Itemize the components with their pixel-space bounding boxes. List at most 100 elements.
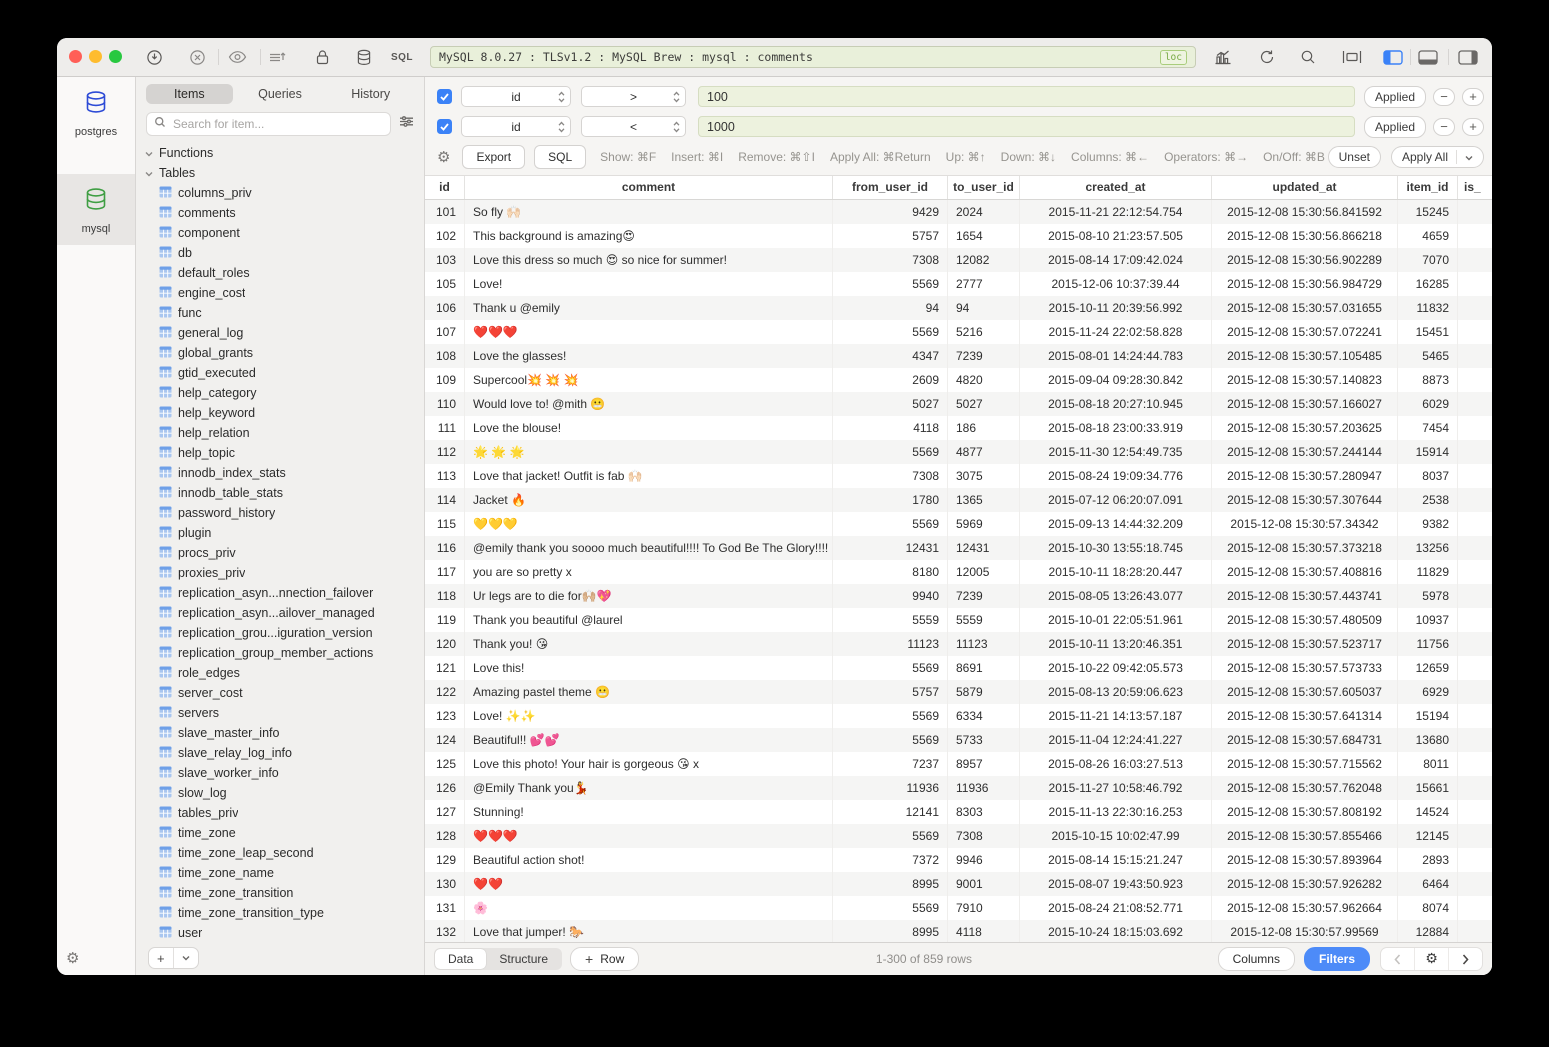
lock-icon[interactable] <box>308 44 336 70</box>
sql-button[interactable]: SQL <box>534 145 586 169</box>
table-row[interactable]: 110 Would love to! @mith 😬 5027 5027 201… <box>425 392 1492 416</box>
filter-operator-select[interactable]: < <box>581 116 686 137</box>
sidebar-table-item[interactable]: func <box>136 303 424 323</box>
table-row[interactable]: 115 💛💛💛 5569 5969 2015-09-13 14:44:32.20… <box>425 512 1492 536</box>
sql-icon[interactable]: SQL <box>388 44 416 70</box>
sidebar-table-item[interactable]: replication_group_member_actions <box>136 643 424 663</box>
table-row[interactable]: 102 This background is amazing😍 5757 165… <box>425 224 1492 248</box>
column-header[interactable]: from_user_id <box>833 176 948 199</box>
filter-applied-button[interactable]: Applied <box>1364 86 1426 108</box>
table-row[interactable]: 105 Love! 5569 2777 2015-12-06 10:37:39.… <box>425 272 1492 296</box>
tab-items[interactable]: Items <box>146 84 233 104</box>
filter-column-select[interactable]: id <box>461 86 571 107</box>
sidebar-table-item[interactable]: servers <box>136 703 424 723</box>
search-input[interactable] <box>171 116 383 132</box>
table-row[interactable]: 122 Amazing pastel theme 😬 5757 5879 201… <box>425 680 1492 704</box>
frame-icon[interactable] <box>1338 44 1366 70</box>
add-item-button[interactable]: + <box>148 947 199 969</box>
table-row[interactable]: 125 Love this photo! Your hair is gorgeo… <box>425 752 1492 776</box>
sidebar-table-item[interactable]: replication_asyn...ailover_managed <box>136 603 424 623</box>
tab-queries[interactable]: Queries <box>237 84 324 104</box>
table-row[interactable]: 126 @Emily Thank you💃 11936 11936 2015-1… <box>425 776 1492 800</box>
column-header[interactable]: updated_at <box>1212 176 1398 199</box>
sidebar-table-item[interactable]: default_roles <box>136 263 424 283</box>
connection-postgres[interactable]: postgres <box>57 77 135 148</box>
eye-icon[interactable] <box>223 44 251 70</box>
table-row[interactable]: 129 Beautiful action shot! 7372 9946 201… <box>425 848 1492 872</box>
export-button[interactable]: Export <box>462 145 525 169</box>
sidebar-table-item[interactable]: tables_priv <box>136 803 424 823</box>
structure-tab-button[interactable]: Structure <box>486 949 561 969</box>
sidebar-table-item[interactable]: slave_relay_log_info <box>136 743 424 763</box>
previous-page-button[interactable] <box>1381 948 1414 970</box>
sidebar-table-item[interactable]: slave_worker_info <box>136 763 424 783</box>
sidebar-table-item[interactable]: password_history <box>136 503 424 523</box>
sidebar-table-item[interactable]: time_zone_transition_type <box>136 903 424 923</box>
close-window-button[interactable] <box>69 50 82 63</box>
table-row[interactable]: 132 Love that jumper! 🐎 8995 4118 2015-1… <box>425 920 1492 942</box>
unset-button[interactable]: Unset <box>1328 146 1381 168</box>
minimize-window-button[interactable] <box>89 50 102 63</box>
sidebar-table-item[interactable]: plugin <box>136 523 424 543</box>
apply-all-button[interactable]: Apply All <box>1391 146 1484 168</box>
filters-button[interactable]: Filters <box>1304 947 1370 971</box>
filter-column-select[interactable]: id <box>461 116 571 137</box>
sidebar-table-item[interactable]: procs_priv <box>136 543 424 563</box>
filter-settings-gear-icon[interactable]: ⚙ <box>437 148 450 166</box>
connect-icon[interactable] <box>140 44 168 70</box>
page-settings-gear-icon[interactable]: ⚙ <box>1414 948 1448 970</box>
table-row[interactable]: 124 Beautiful!! 💕💕 5569 5733 2015-11-04 … <box>425 728 1492 752</box>
process-list-icon[interactable] <box>263 44 291 70</box>
sidebar-table-item[interactable]: component <box>136 223 424 243</box>
tab-history[interactable]: History <box>327 84 414 104</box>
filter-enabled-checkbox[interactable] <box>437 89 452 104</box>
column-header[interactable]: to_user_id <box>948 176 1020 199</box>
column-header[interactable]: created_at <box>1020 176 1212 199</box>
table-row[interactable]: 118 Ur legs are to die for🙌🏼💖 9940 7239 … <box>425 584 1492 608</box>
table-row[interactable]: 130 ❤️❤️ 8995 9001 2015-08-07 19:43:50.9… <box>425 872 1492 896</box>
toggle-left-panel-icon[interactable] <box>1379 44 1407 70</box>
table-row[interactable]: 114 Jacket 🔥 1780 1365 2015-07-12 06:20:… <box>425 488 1492 512</box>
sidebar-table-item[interactable]: user <box>136 923 424 941</box>
chevron-down-icon[interactable] <box>1465 150 1473 164</box>
data-tab-button[interactable]: Data <box>435 949 486 969</box>
sidebar-table-item[interactable]: global_grants <box>136 343 424 363</box>
refresh-icon[interactable] <box>1253 44 1281 70</box>
sidebar-table-item[interactable]: role_edges <box>136 663 424 683</box>
table-row[interactable]: 117 you are so pretty x 8180 12005 2015-… <box>425 560 1492 584</box>
columns-button[interactable]: Columns <box>1218 947 1295 971</box>
sidebar-table-item[interactable]: innodb_index_stats <box>136 463 424 483</box>
item-search-box[interactable] <box>146 112 391 136</box>
column-header[interactable]: is_ <box>1458 176 1492 199</box>
sidebar-table-item[interactable]: innodb_table_stats <box>136 483 424 503</box>
table-row[interactable]: 119 Thank you beautiful @laurel 5559 555… <box>425 608 1492 632</box>
add-filter-button[interactable]: + <box>1462 118 1484 136</box>
chart-icon[interactable] <box>1209 44 1237 70</box>
table-row[interactable]: 127 Stunning! 12141 8303 2015-11-13 22:3… <box>425 800 1492 824</box>
table-row[interactable]: 120 Thank you! 😘 11123 11123 2015-10-11 … <box>425 632 1492 656</box>
filter-applied-button[interactable]: Applied <box>1364 116 1426 138</box>
table-row[interactable]: 121 Love this! 5569 8691 2015-10-22 09:4… <box>425 656 1492 680</box>
filter-operator-select[interactable]: > <box>581 86 686 107</box>
tree-section-tables[interactable]: Tables <box>136 163 424 183</box>
tree-section-functions[interactable]: Functions <box>136 143 424 163</box>
zoom-window-button[interactable] <box>109 50 122 63</box>
table-row[interactable]: 123 Love! ✨✨ 5569 6334 2015-11-21 14:13:… <box>425 704 1492 728</box>
connection-mysql[interactable]: mysql <box>57 174 135 245</box>
cancel-circle-icon[interactable] <box>183 44 211 70</box>
sidebar-table-item[interactable]: slave_master_info <box>136 723 424 743</box>
toggle-right-panel-icon[interactable] <box>1454 44 1482 70</box>
table-row[interactable]: 103 Love this dress so much 😍 so nice fo… <box>425 248 1492 272</box>
table-row[interactable]: 101 So fly 🙌🏻 9429 2024 2015-11-21 22:12… <box>425 200 1492 224</box>
table-row[interactable]: 108 Love the glasses! 4347 7239 2015-08-… <box>425 344 1492 368</box>
sidebar-table-item[interactable]: server_cost <box>136 683 424 703</box>
column-header[interactable]: item_id <box>1398 176 1458 199</box>
next-page-button[interactable] <box>1448 948 1482 970</box>
add-filter-button[interactable]: + <box>1462 88 1484 106</box>
database-icon[interactable] <box>350 44 378 70</box>
sidebar-table-item[interactable]: comments <box>136 203 424 223</box>
filter-enabled-checkbox[interactable] <box>437 119 452 134</box>
filter-value-input[interactable] <box>698 86 1355 107</box>
sidebar-table-item[interactable]: db <box>136 243 424 263</box>
sidebar-table-item[interactable]: proxies_priv <box>136 563 424 583</box>
